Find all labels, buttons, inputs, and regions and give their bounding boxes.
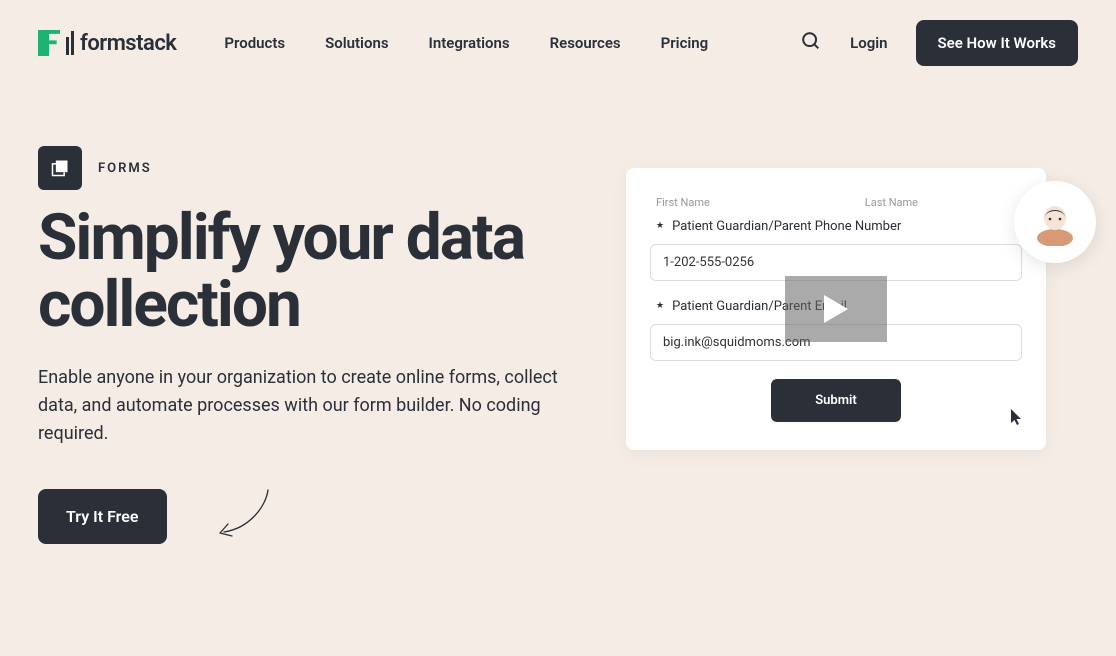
hero-right: First Name Last Name Patient Guardian/Pa… (608, 146, 1078, 550)
forms-product-icon (38, 146, 82, 190)
hero-title: Simplify your data collection (38, 204, 578, 338)
nav-resources[interactable]: Resources (550, 34, 621, 52)
first-name-label: First Name (656, 196, 710, 209)
video-preview-card: First Name Last Name Patient Guardian/Pa… (626, 168, 1046, 450)
header-right: Login See How It Works (800, 20, 1078, 66)
preview-name-labels: First Name Last Name (650, 196, 1022, 209)
main-nav: Products Solutions Integrations Resource… (224, 34, 708, 52)
chat-widget[interactable] (1014, 181, 1096, 263)
cursor-icon (1010, 408, 1024, 430)
header: formstack Products Solutions Integration… (0, 0, 1116, 86)
logo-bars (66, 31, 74, 55)
eyebrow-text: FORMS (98, 161, 152, 176)
login-link[interactable]: Login (850, 34, 887, 52)
nav-integrations[interactable]: Integrations (429, 34, 510, 52)
preview-submit-button: Submit (771, 379, 901, 422)
logo[interactable]: formstack (38, 30, 176, 56)
try-it-free-button[interactable]: Try It Free (38, 489, 167, 544)
arrow-decoration-icon (210, 486, 274, 550)
phone-field-label: Patient Guardian/Parent Phone Number (650, 219, 1022, 234)
avatar-icon (1031, 198, 1079, 246)
nav-pricing[interactable]: Pricing (661, 34, 709, 52)
eyebrow: FORMS (38, 146, 578, 190)
search-icon[interactable] (800, 30, 822, 56)
nav-solutions[interactable]: Solutions (325, 34, 388, 52)
see-how-it-works-button[interactable]: See How It Works (916, 20, 1078, 66)
play-video-button[interactable] (785, 276, 887, 342)
last-name-label: Last Name (865, 196, 918, 209)
formstack-logo-icon (38, 30, 60, 56)
main-content: FORMS Simplify your data collection Enab… (0, 86, 1116, 550)
hero-subtitle: Enable anyone in your organization to cr… (38, 364, 568, 448)
hero-left: FORMS Simplify your data collection Enab… (38, 146, 578, 550)
play-icon (822, 293, 850, 325)
logo-text: formstack (80, 31, 176, 56)
nav-products[interactable]: Products (224, 34, 285, 52)
